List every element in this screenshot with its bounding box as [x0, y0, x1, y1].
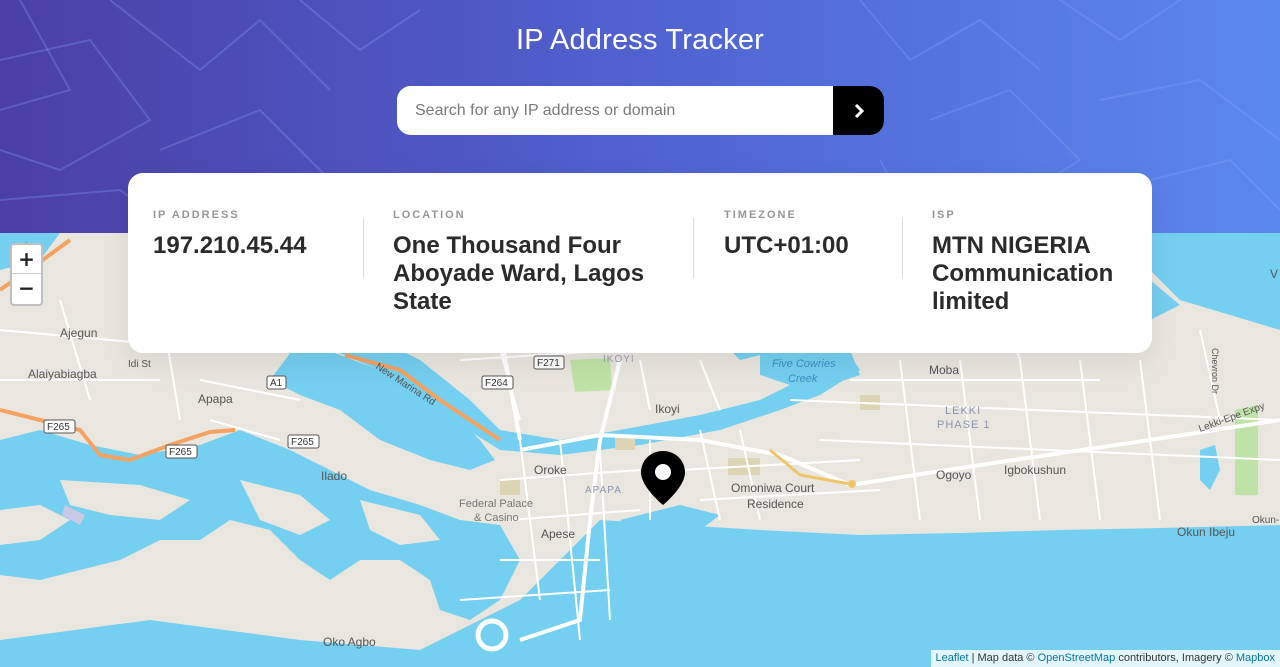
ip-address-value: 197.210.45.44: [153, 232, 307, 259]
place-label: Igbokushun: [1004, 463, 1066, 477]
location-section: LOCATION One Thousand Four Aboyade Ward,…: [393, 209, 673, 316]
ip-address-label: IP ADDRESS: [153, 209, 240, 221]
road-shield-label: F265: [169, 447, 192, 458]
attribution-text: | Map data ©: [968, 652, 1038, 664]
road-label: Chevron Dr: [1210, 348, 1220, 394]
ip-info-card: IP ADDRESS 197.210.45.44 LOCATION One Th…: [128, 173, 1152, 353]
search-submit-button[interactable]: [833, 86, 884, 135]
timezone-label: TIMEZONE: [724, 209, 797, 221]
divider: [363, 218, 364, 278]
district-label: IKOYI: [603, 354, 635, 365]
water-label: Five Cowries: [772, 358, 836, 370]
isp-section: ISP MTN NIGERIA Communication limited: [932, 209, 1137, 316]
place-label: Ilado: [321, 469, 347, 483]
place-label: Okun-: [1252, 515, 1279, 526]
location-pin-icon[interactable]: [640, 450, 686, 506]
mapbox-link[interactable]: Mapbox: [1236, 652, 1275, 664]
place-label: Alaiyabiagba: [28, 367, 97, 381]
poi-label: & Casino: [474, 512, 519, 524]
road-shield-label: F265: [291, 437, 314, 448]
district-label: LEKKI: [945, 405, 981, 417]
road-shield-label: F264: [485, 378, 508, 389]
attribution-text: contributors, Imagery ©: [1115, 652, 1236, 664]
timezone-value: UTC+01:00: [724, 232, 849, 259]
openstreetmap-link[interactable]: OpenStreetMap: [1038, 652, 1116, 664]
place-label: Ajegun: [60, 326, 97, 340]
search-input[interactable]: [397, 86, 833, 135]
place-label: Residence: [747, 497, 804, 511]
block: [500, 480, 520, 495]
ip-address-section: IP ADDRESS 197.210.45.44: [153, 209, 343, 260]
poi-label: Federal Palace: [459, 498, 533, 510]
place-label: Ogoyo: [936, 468, 972, 482]
place-label: Omoniwa Court: [731, 481, 815, 495]
location-value: One Thousand Four Aboyade Ward, Lagos St…: [393, 232, 645, 315]
district-label: APAPA: [585, 485, 622, 496]
zoom-out-button[interactable]: −: [12, 274, 41, 303]
zoom-in-button[interactable]: +: [12, 245, 41, 274]
place-label: V: [1270, 267, 1278, 281]
district-label: PHASE 1: [937, 419, 990, 431]
page-title: IP Address Tracker: [515, 24, 765, 56]
isp-label: ISP: [932, 209, 956, 221]
divider: [693, 218, 694, 278]
place-label: Idi St: [128, 359, 151, 370]
zoom-control: + −: [10, 243, 43, 306]
divider: [902, 218, 903, 278]
place-label: Apese: [541, 527, 575, 541]
location-label: LOCATION: [393, 209, 466, 221]
place-label: Okun Ibeju: [1177, 525, 1235, 539]
road-shield-label: F265: [47, 422, 70, 433]
leaflet-link[interactable]: Leaflet: [936, 652, 969, 664]
place-label: Apapa: [198, 392, 233, 406]
search-form: [397, 86, 884, 135]
map-attribution: Leaflet | Map data © OpenStreetMap contr…: [930, 650, 1280, 667]
place-label: Oko Agbo: [323, 635, 376, 649]
isp-value: MTN NIGERIA Communication limited: [932, 232, 1114, 315]
road-shield-label: F271: [537, 358, 560, 369]
road-shield-label: A1: [270, 378, 283, 389]
chevron-right-icon: [854, 103, 864, 118]
place-label: Oroke: [534, 463, 567, 477]
timezone-section: TIMEZONE UTC+01:00: [724, 209, 894, 260]
water-label: Creek: [788, 373, 818, 385]
place-label: Moba: [929, 363, 959, 377]
toll-gate: [848, 480, 856, 488]
place-label: Ikoyi: [655, 402, 680, 416]
